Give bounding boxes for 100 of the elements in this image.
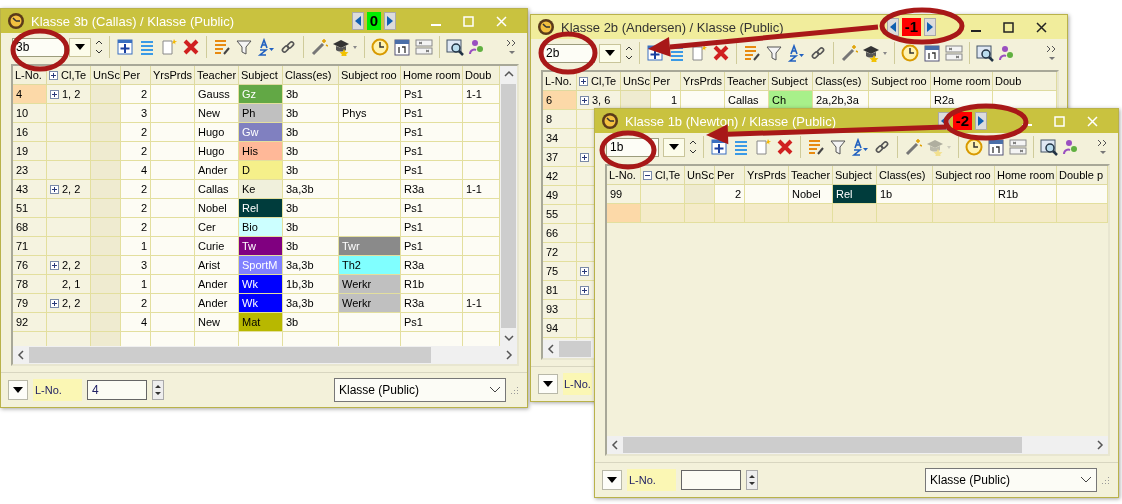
view-dropdown[interactable]: Klasse (Public) xyxy=(925,468,1097,492)
column-header[interactable]: Subject roo xyxy=(869,72,931,91)
column-header[interactable]: Double p xyxy=(1057,166,1108,185)
table-cell: Ps1 xyxy=(401,142,463,161)
window-title: Klasse 2b (Andersen) / Klasse (Public) xyxy=(561,19,785,35)
column-header[interactable]: YrsPrds xyxy=(151,66,195,85)
table-cell: Ander xyxy=(195,275,239,294)
table-cell: 1-1 xyxy=(463,294,500,313)
column-header[interactable]: Teacher xyxy=(725,72,769,91)
table-cell: 43 xyxy=(13,180,47,199)
field-label: L-No. xyxy=(33,379,82,401)
column-header[interactable]: Per xyxy=(121,66,151,85)
table-cell: 16 xyxy=(13,123,47,142)
column-header[interactable]: Teacher xyxy=(789,166,833,185)
column-header[interactable]: Subject xyxy=(769,72,813,91)
column-header[interactable]: Subject roo xyxy=(339,66,401,85)
table-cell: Ander xyxy=(195,294,239,313)
table-cell: 55 xyxy=(543,205,577,224)
table-cell: Ph xyxy=(239,104,283,123)
table-cell: Tw xyxy=(239,237,283,256)
table-cell: 49 xyxy=(543,186,577,205)
table-cell: Ps1 xyxy=(401,123,463,142)
column-header[interactable]: UnSc xyxy=(91,66,121,85)
table-cell: Ps1 xyxy=(401,237,463,256)
column-header[interactable]: Home room xyxy=(931,72,993,91)
table-cell: 4 xyxy=(13,85,47,104)
table-cell: Twr xyxy=(339,237,401,256)
table-cell: 3 xyxy=(121,104,151,123)
column-header[interactable]: Subject xyxy=(239,66,283,85)
column-header[interactable]: Per xyxy=(651,72,681,91)
table-cell: 1, 2 xyxy=(62,88,81,100)
number-field[interactable]: 4 xyxy=(86,380,147,400)
column-header[interactable]: UnSc xyxy=(685,166,715,185)
table-cell: 92 xyxy=(13,313,47,332)
table-cell: 72 xyxy=(543,243,577,262)
column-header[interactable]: Subject xyxy=(833,166,877,185)
column-header[interactable]: Cl,Te xyxy=(61,69,87,81)
table-cell: Ps1 xyxy=(401,104,463,123)
offset-indicator: -1 xyxy=(901,18,921,36)
table-cell: R3a xyxy=(401,294,463,313)
column-header[interactable]: Teacher xyxy=(195,66,239,85)
table-cell: 3 xyxy=(121,256,151,275)
table-cell: 66 xyxy=(543,224,577,243)
table-cell: 79 xyxy=(13,294,47,313)
table-cell: R1b xyxy=(401,275,463,294)
table-cell: 51 xyxy=(13,199,47,218)
column-header[interactable]: Home room xyxy=(995,166,1057,185)
field-label: L-No. xyxy=(627,469,676,491)
column-header[interactable]: Cl,Te xyxy=(655,169,681,181)
column-header[interactable]: Class(es) xyxy=(877,166,933,185)
column-header[interactable]: Doub xyxy=(993,72,1057,91)
table-cell: Werkr xyxy=(339,275,401,294)
table-cell: Cer xyxy=(195,218,239,237)
table-cell: 2 xyxy=(121,180,151,199)
table-cell: 3b xyxy=(283,161,339,180)
table-cell: Ander xyxy=(195,161,239,180)
table-cell: 3a,3b xyxy=(283,294,339,313)
table-cell: 71 xyxy=(13,237,47,256)
table-cell: 2, 2 xyxy=(62,183,81,195)
offset-indicator: 0 xyxy=(366,12,381,30)
table-cell: SportM xyxy=(239,256,283,275)
column-header[interactable]: Class(es) xyxy=(283,66,339,85)
table-cell: Gauss xyxy=(195,85,239,104)
column-header[interactable]: UnSc xyxy=(621,72,651,91)
table-cell: 3b xyxy=(283,199,339,218)
table-cell: Ps1 xyxy=(401,85,463,104)
table-cell: 42 xyxy=(543,167,577,186)
column-header[interactable]: Subject roo xyxy=(933,166,995,185)
column-header[interactable]: Per xyxy=(715,166,745,185)
table-cell: 78 xyxy=(13,275,47,294)
table-cell: 4 xyxy=(121,313,151,332)
table-cell: Werkr xyxy=(339,294,401,313)
column-header[interactable]: L-No. xyxy=(543,72,577,91)
table-cell: 94 xyxy=(543,319,577,338)
table-cell: Curie xyxy=(195,237,239,256)
column-header[interactable]: Cl,Te xyxy=(591,75,617,87)
table-cell: 75 xyxy=(543,262,577,281)
view-dropdown[interactable]: Klasse (Public) xyxy=(334,378,506,402)
table-cell: Rel xyxy=(833,185,877,204)
column-header[interactable]: YrsPrds xyxy=(745,166,789,185)
column-header[interactable]: Home room xyxy=(401,66,463,85)
table-cell: Ps1 xyxy=(401,218,463,237)
table-cell: 3, 6 xyxy=(592,94,611,106)
table-cell: New xyxy=(195,313,239,332)
table-cell: R3a xyxy=(401,180,463,199)
table-cell: 37 xyxy=(543,148,577,167)
table-cell: 8 xyxy=(543,110,577,129)
table-cell: Th2 xyxy=(339,256,401,275)
table-cell: 2 xyxy=(715,185,745,204)
table-cell: Ps1 xyxy=(401,161,463,180)
table-cell: 23 xyxy=(13,161,47,180)
table-cell: 68 xyxy=(13,218,47,237)
table-cell: 10 xyxy=(13,104,47,123)
table-cell: 3b xyxy=(283,85,339,104)
table-cell: Ke xyxy=(239,180,283,199)
column-header[interactable]: Class(es) xyxy=(813,72,869,91)
table-cell: 81 xyxy=(543,281,577,300)
column-header[interactable]: YrsPrds xyxy=(681,72,725,91)
table-cell: 2 xyxy=(121,123,151,142)
column-header[interactable]: Doub xyxy=(463,66,500,85)
